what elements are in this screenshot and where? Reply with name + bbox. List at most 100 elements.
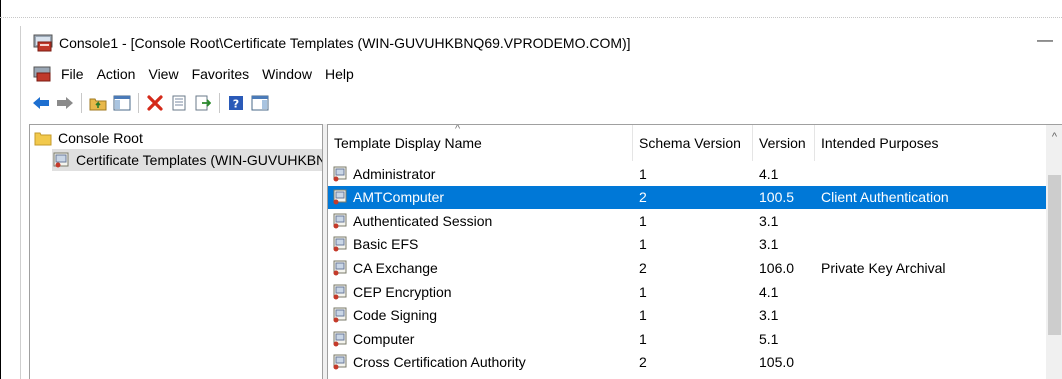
cell-purposes: Private Key Archival xyxy=(821,256,946,279)
cell-schema: 2 xyxy=(639,186,647,209)
menu-help[interactable]: Help xyxy=(325,66,354,82)
tree-item-console-root[interactable]: Console Root xyxy=(34,127,143,149)
cell-text: 100.5 xyxy=(759,189,795,206)
cell-purposes: Client Authentication xyxy=(821,186,949,209)
back-button[interactable] xyxy=(29,92,53,114)
help-button[interactable]: ? xyxy=(224,92,248,114)
cell-text: Cross Certification Authority xyxy=(353,354,526,371)
cell-text: Computer xyxy=(353,330,415,347)
cell-schema: 1 xyxy=(639,162,647,185)
column-header-template-name[interactable]: Template Display Name ^ xyxy=(328,125,633,161)
cell-schema: 2 xyxy=(639,351,647,374)
table-row[interactable]: Administrator 1 4.1 xyxy=(328,162,1048,185)
toolbar-separator xyxy=(138,93,139,113)
show-hide-action-pane-button[interactable] xyxy=(248,92,272,114)
forward-arrow-icon xyxy=(57,97,73,109)
cell-text: Private Key Archival xyxy=(821,259,946,276)
cell-text: 1 xyxy=(639,212,647,229)
sort-ascending-icon: ^ xyxy=(455,124,461,135)
cell-text: CEP Encryption xyxy=(353,283,452,300)
cell-name: Administrator xyxy=(332,162,435,185)
cell-text: 1 xyxy=(639,165,647,182)
column-label: Schema Version xyxy=(639,135,741,151)
minimize-button[interactable]: — xyxy=(1037,32,1053,50)
menu-file[interactable]: File xyxy=(61,66,84,82)
back-arrow-icon xyxy=(33,97,49,109)
cell-schema: 2 xyxy=(639,256,647,279)
tree-item-certificate-templates[interactable]: Certificate Templates (WIN-GUVUHKBNQ69.V… xyxy=(52,149,322,171)
menu-favorites[interactable]: Favorites xyxy=(192,66,250,82)
cell-text: 1 xyxy=(639,236,647,253)
table-row[interactable]: AMTComputer 2 100.5 Client Authentication xyxy=(328,185,1048,209)
table-row[interactable]: Basic EFS 1 3.1 xyxy=(328,233,1048,256)
cell-version: 5.1 xyxy=(759,327,778,350)
cell-schema: 1 xyxy=(639,304,647,327)
cell-text: 2 xyxy=(639,259,647,276)
delete-button[interactable] xyxy=(143,92,167,114)
properties-button[interactable] xyxy=(167,92,191,114)
cell-schema: 1 xyxy=(639,327,647,350)
menu-window[interactable]: Window xyxy=(262,66,312,82)
column-header-intended-purposes[interactable]: Intended Purposes xyxy=(815,125,1046,161)
cell-name: Cross Certification Authority xyxy=(332,351,526,374)
cell-text: 2 xyxy=(639,354,647,371)
table-row[interactable]: Code Signing 1 3.1 xyxy=(328,304,1048,327)
cell-version: 4.1 xyxy=(759,162,778,185)
table-row[interactable]: CA Exchange 2 106.0 Private Key Archival xyxy=(328,256,1048,279)
table-row[interactable]: Authenticated Session 1 3.1 xyxy=(328,209,1048,232)
cell-version: 105.0 xyxy=(759,351,794,374)
window-title: Console1 - [Console Root\Certificate Tem… xyxy=(59,35,631,51)
column-header-version[interactable]: Version xyxy=(753,125,815,161)
forward-button[interactable] xyxy=(53,92,77,114)
svg-text:?: ? xyxy=(233,98,239,111)
cell-schema: 1 xyxy=(639,233,647,256)
delete-icon xyxy=(147,95,163,111)
cell-text: AMTComputer xyxy=(353,189,445,206)
certificate-template-icon xyxy=(333,213,347,229)
cell-text: 3.1 xyxy=(759,236,779,253)
vertical-scrollbar[interactable]: ^ xyxy=(1046,125,1062,379)
cell-text: Client Authentication xyxy=(821,189,949,206)
certificate-template-icon xyxy=(333,354,347,370)
cell-text: 4.1 xyxy=(759,283,779,300)
certificate-template-icon xyxy=(333,284,347,299)
up-one-level-button[interactable] xyxy=(86,92,110,114)
menu-action[interactable]: Action xyxy=(97,66,136,82)
cell-name: Code Signing xyxy=(332,304,437,327)
menu-view[interactable]: View xyxy=(148,66,178,82)
tree-item-label: Console Root xyxy=(58,130,143,146)
export-list-button[interactable] xyxy=(191,92,215,114)
certificate-template-icon xyxy=(333,189,347,205)
system-menu-icon[interactable] xyxy=(33,66,51,82)
cell-version: 3.1 xyxy=(759,209,778,232)
menu-bar: File Action View Favorites Window Help xyxy=(21,62,354,86)
table-row[interactable]: CEP Encryption 1 4.1 xyxy=(328,280,1048,303)
scrollbar-thumb[interactable] xyxy=(1048,175,1061,335)
scroll-up-icon[interactable]: ^ xyxy=(1046,131,1062,145)
table-row[interactable]: Cross Certification Authority 2 105.0 xyxy=(328,351,1048,374)
cell-name: Computer xyxy=(332,327,414,350)
folder-icon xyxy=(34,132,52,146)
certificate-template-icon xyxy=(333,307,347,323)
certificate-template-icon xyxy=(333,260,347,276)
cell-text: 1 xyxy=(639,307,647,324)
console-tree: Console Root Certificate Templates (WIN-… xyxy=(29,124,322,379)
column-header-schema-version[interactable]: Schema Version xyxy=(633,125,753,161)
cell-text: Basic EFS xyxy=(353,236,419,253)
cell-text: 3.1 xyxy=(759,307,779,324)
cell-version: 100.5 xyxy=(759,186,794,209)
result-list: Template Display Name ^ Schema Version V… xyxy=(328,124,1062,379)
cell-version: 4.1 xyxy=(759,280,778,303)
cell-text: 2 xyxy=(639,189,647,206)
up-folder-icon xyxy=(89,98,107,111)
show-hide-tree-icon xyxy=(113,95,131,111)
table-row[interactable]: Computer 1 5.1 xyxy=(328,327,1048,350)
column-label: Version xyxy=(759,135,806,151)
certificate-template-icon xyxy=(333,166,347,181)
top-divider xyxy=(0,0,1062,18)
show-hide-tree-button[interactable] xyxy=(110,92,134,114)
cell-version: 3.1 xyxy=(759,304,778,327)
certificate-template-icon xyxy=(333,331,347,347)
cell-name: CEP Encryption xyxy=(332,280,452,303)
toolbar-separator xyxy=(219,93,220,113)
